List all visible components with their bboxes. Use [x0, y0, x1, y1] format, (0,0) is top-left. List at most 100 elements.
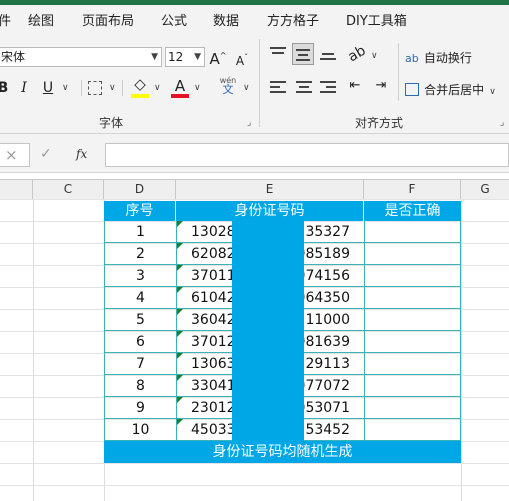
id-redaction-mask — [232, 221, 304, 441]
underline-button[interactable]: U — [42, 79, 54, 97]
error-indicator-icon — [177, 353, 183, 359]
font-name-value: 宋体 — [1, 50, 26, 64]
tab-partial[interactable]: 件 — [0, 10, 11, 29]
id-start: 45033 — [191, 422, 236, 438]
seq-cell[interactable]: 4 — [104, 287, 176, 309]
header-cell-check[interactable]: 是否正确 — [364, 201, 461, 221]
shrink-font-button[interactable]: Aˇ — [234, 49, 250, 70]
enter-icon[interactable]: ✓ — [40, 146, 52, 162]
font-size-box[interactable]: 12 ▼ — [165, 47, 205, 67]
check-cell[interactable] — [364, 265, 461, 287]
align-left-icon[interactable] — [270, 81, 286, 93]
column-header-d[interactable]: D — [104, 180, 176, 199]
insert-function-icon[interactable]: fx — [76, 147, 87, 161]
align-top-icon[interactable] — [270, 47, 286, 57]
chevron-down-icon[interactable]: ∨ — [62, 83, 69, 93]
error-indicator-icon — [177, 287, 183, 293]
align-bottom-icon[interactable] — [320, 53, 336, 60]
group-separator — [259, 39, 260, 127]
id-end: 064350 — [296, 290, 350, 306]
id-end: 53452 — [305, 422, 350, 438]
column-header-g[interactable]: G — [461, 180, 509, 199]
tab-formulas[interactable]: 公式 — [161, 10, 187, 29]
phonetic-bottom: 文 — [222, 83, 234, 96]
chevron-down-icon[interactable]: ▼ — [194, 48, 201, 66]
id-start: 36042 — [191, 312, 236, 328]
shrink-font-icon: A — [235, 54, 245, 68]
increase-indent-icon[interactable]: ⇥ — [372, 77, 390, 95]
tab-fangfang[interactable]: 方方格子 — [267, 10, 319, 29]
chevron-down-icon[interactable]: ∨ — [243, 83, 250, 93]
error-indicator-icon — [177, 419, 183, 425]
column-header-c[interactable]: C — [33, 180, 104, 199]
check-cell[interactable] — [364, 397, 461, 419]
merge-center-button[interactable]: 合并后居中 ∨ — [405, 79, 496, 98]
wrap-text-label: 自动换行 — [423, 51, 472, 65]
seq-cell[interactable]: 7 — [104, 353, 176, 375]
check-cell[interactable] — [364, 287, 461, 309]
id-end: 35327 — [305, 224, 350, 240]
divider — [81, 80, 82, 96]
column-header-b[interactable] — [0, 180, 33, 199]
id-start: 23012 — [191, 400, 236, 416]
fill-color-icon[interactable]: ◇ — [131, 75, 149, 93]
check-cell[interactable] — [364, 375, 461, 397]
check-cell[interactable] — [364, 309, 461, 331]
font-name-box[interactable]: 宋体 ▼ — [0, 47, 162, 67]
error-indicator-icon — [177, 243, 183, 249]
chevron-down-icon[interactable]: ∨ — [194, 83, 201, 93]
seq-cell[interactable]: 2 — [104, 243, 176, 265]
italic-button[interactable]: I — [18, 79, 30, 97]
error-indicator-icon — [177, 221, 183, 227]
formula-input[interactable] — [105, 143, 509, 167]
check-cell[interactable] — [364, 331, 461, 353]
chevron-down-icon[interactable]: ∨ — [489, 87, 496, 97]
align-right-icon[interactable] — [320, 81, 336, 93]
bold-button[interactable]: B — [0, 79, 9, 97]
id-end: 074156 — [296, 268, 350, 284]
chevron-down-icon[interactable]: ▼ — [151, 48, 158, 66]
tab-page-layout[interactable]: 页面布局 — [82, 10, 134, 29]
id-end: 085189 — [296, 246, 350, 262]
seq-cell[interactable]: 9 — [104, 397, 176, 419]
column-header-f[interactable]: F — [364, 180, 461, 199]
header-cell-seq[interactable]: 序号 — [104, 201, 176, 221]
seq-cell[interactable]: 6 — [104, 331, 176, 353]
font-color-button[interactable]: A — [172, 77, 188, 95]
id-start: 61042 — [191, 290, 236, 306]
chevron-down-icon[interactable]: ∨ — [109, 83, 116, 93]
id-start: 37011 — [191, 268, 236, 284]
merge-center-label: 合并后居中 — [424, 83, 485, 97]
seq-cell[interactable]: 1 — [104, 221, 176, 243]
tab-draw[interactable]: 绘图 — [28, 10, 54, 29]
tab-data[interactable]: 数据 — [213, 10, 239, 29]
worksheet-grid[interactable]: 序号 身份证号码 是否正确 1 13028 35327 2 62082 085189 3 37… — [0, 199, 509, 501]
seq-cell[interactable]: 5 — [104, 309, 176, 331]
seq-cell[interactable]: 8 — [104, 375, 176, 397]
column-header-e[interactable]: E — [176, 180, 364, 199]
align-middle-icon[interactable] — [292, 43, 314, 65]
orientation-icon[interactable]: ab — [345, 42, 370, 67]
dialog-launcher-icon[interactable]: ⌟ — [247, 118, 251, 128]
check-cell[interactable] — [364, 243, 461, 265]
check-cell[interactable] — [364, 221, 461, 243]
tab-diy-toolbox[interactable]: DIY工具箱 — [346, 10, 407, 29]
footer-note[interactable]: 身份证号码均随机生成 — [104, 441, 461, 463]
phonetic-guide-button[interactable]: wén 文 — [217, 76, 239, 96]
chevron-down-icon[interactable]: ∨ — [371, 51, 378, 61]
dialog-launcher-icon[interactable]: ⌟ — [500, 118, 504, 128]
seq-cell[interactable]: 10 — [104, 419, 176, 441]
cancel-icon[interactable]: × — [5, 146, 18, 164]
decrease-indent-icon[interactable]: ⇤ — [346, 77, 364, 95]
check-cell[interactable] — [364, 353, 461, 375]
borders-icon[interactable] — [88, 81, 102, 95]
alignment-group-label: 对齐方式 — [355, 116, 404, 130]
chevron-down-icon[interactable]: ∨ — [154, 83, 161, 93]
wrap-text-button[interactable]: ab 自动换行 — [405, 47, 472, 66]
grow-font-button[interactable]: A^ — [209, 47, 227, 68]
seq-cell[interactable]: 3 — [104, 265, 176, 287]
formula-bar: × ✓ fx — [0, 134, 509, 173]
header-cell-id[interactable]: 身份证号码 — [176, 201, 364, 221]
check-cell[interactable] — [364, 419, 461, 441]
align-center-icon[interactable] — [296, 81, 312, 93]
